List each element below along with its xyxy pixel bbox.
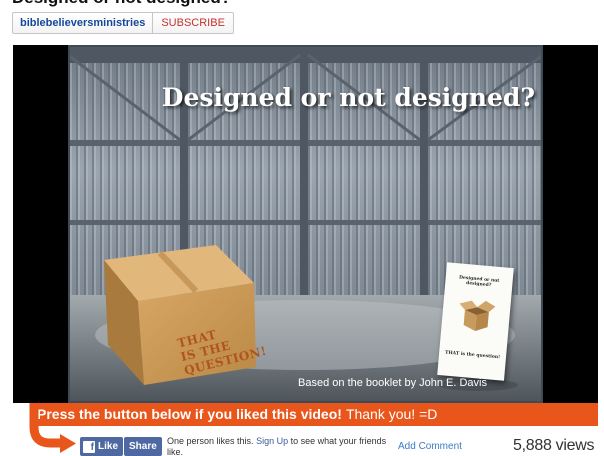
booklet-title: Designed or not designed? xyxy=(458,275,500,289)
curved-arrow-icon xyxy=(29,403,76,453)
sign-up-link[interactable]: Sign Up xyxy=(256,436,288,446)
channel-row: biblebelieversministries SUBSCRIBE xyxy=(12,12,234,34)
banner-text: Press the button below if you liked this… xyxy=(37,406,437,422)
frame-title: Designed or not designed? xyxy=(161,83,535,112)
likes-prefix: One person likes this. xyxy=(167,436,254,446)
like-prompt-banner: Press the button below if you liked this… xyxy=(33,403,598,426)
booklet-cover: Designed or not designed? THAT is the qu… xyxy=(437,262,514,381)
view-count: 5,888 views xyxy=(513,437,595,454)
banner-thanks-text: Thank you! =D xyxy=(345,406,438,422)
banner-strong-text: Press the button below if you liked this… xyxy=(37,406,342,422)
channel-name-link[interactable]: biblebelieversministries xyxy=(12,12,154,34)
facebook-icon: f xyxy=(83,440,95,453)
facebook-like-button[interactable]: f Like xyxy=(80,437,124,456)
likes-summary: One person likes this. Sign Up to see wh… xyxy=(167,436,387,456)
page-title: Designed or not designed? xyxy=(12,0,231,8)
booklet-caption: THAT is the question! xyxy=(444,350,501,361)
video-frame: Designed or not designed? THAT IS THE QU… xyxy=(68,45,543,403)
video-credit: Based on the booklet by John E. Davis xyxy=(298,377,487,389)
like-label: Like xyxy=(98,441,119,452)
add-comment-link[interactable]: Add Comment xyxy=(398,441,462,452)
subscribe-button[interactable]: SUBSCRIBE xyxy=(153,12,234,34)
open-box-icon xyxy=(459,300,496,332)
title-strip: Designed or not designed? xyxy=(0,0,604,8)
video-player[interactable]: Designed or not designed? THAT IS THE QU… xyxy=(13,45,598,403)
facebook-share-button[interactable]: Share xyxy=(124,437,162,456)
